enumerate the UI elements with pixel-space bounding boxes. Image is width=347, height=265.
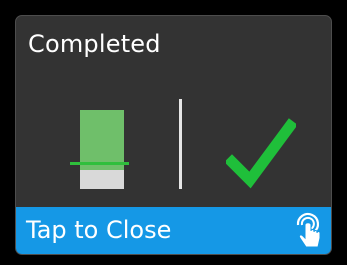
screen: Completed Tap to Close: [0, 0, 347, 265]
level-gauge: [80, 110, 124, 189]
gauge-fill: [80, 110, 124, 170]
tap-to-close-label: Tap to Close: [26, 216, 172, 244]
gauge-target-line: [70, 162, 129, 165]
completion-dialog: Completed Tap to Close: [15, 15, 332, 255]
touch-hand-icon: [296, 212, 321, 248]
divider: [179, 99, 182, 189]
gauge-empty: [80, 170, 124, 189]
dialog-title: Completed: [28, 30, 161, 58]
checkmark-icon: [226, 118, 296, 189]
tap-to-close-button[interactable]: Tap to Close: [16, 207, 331, 254]
